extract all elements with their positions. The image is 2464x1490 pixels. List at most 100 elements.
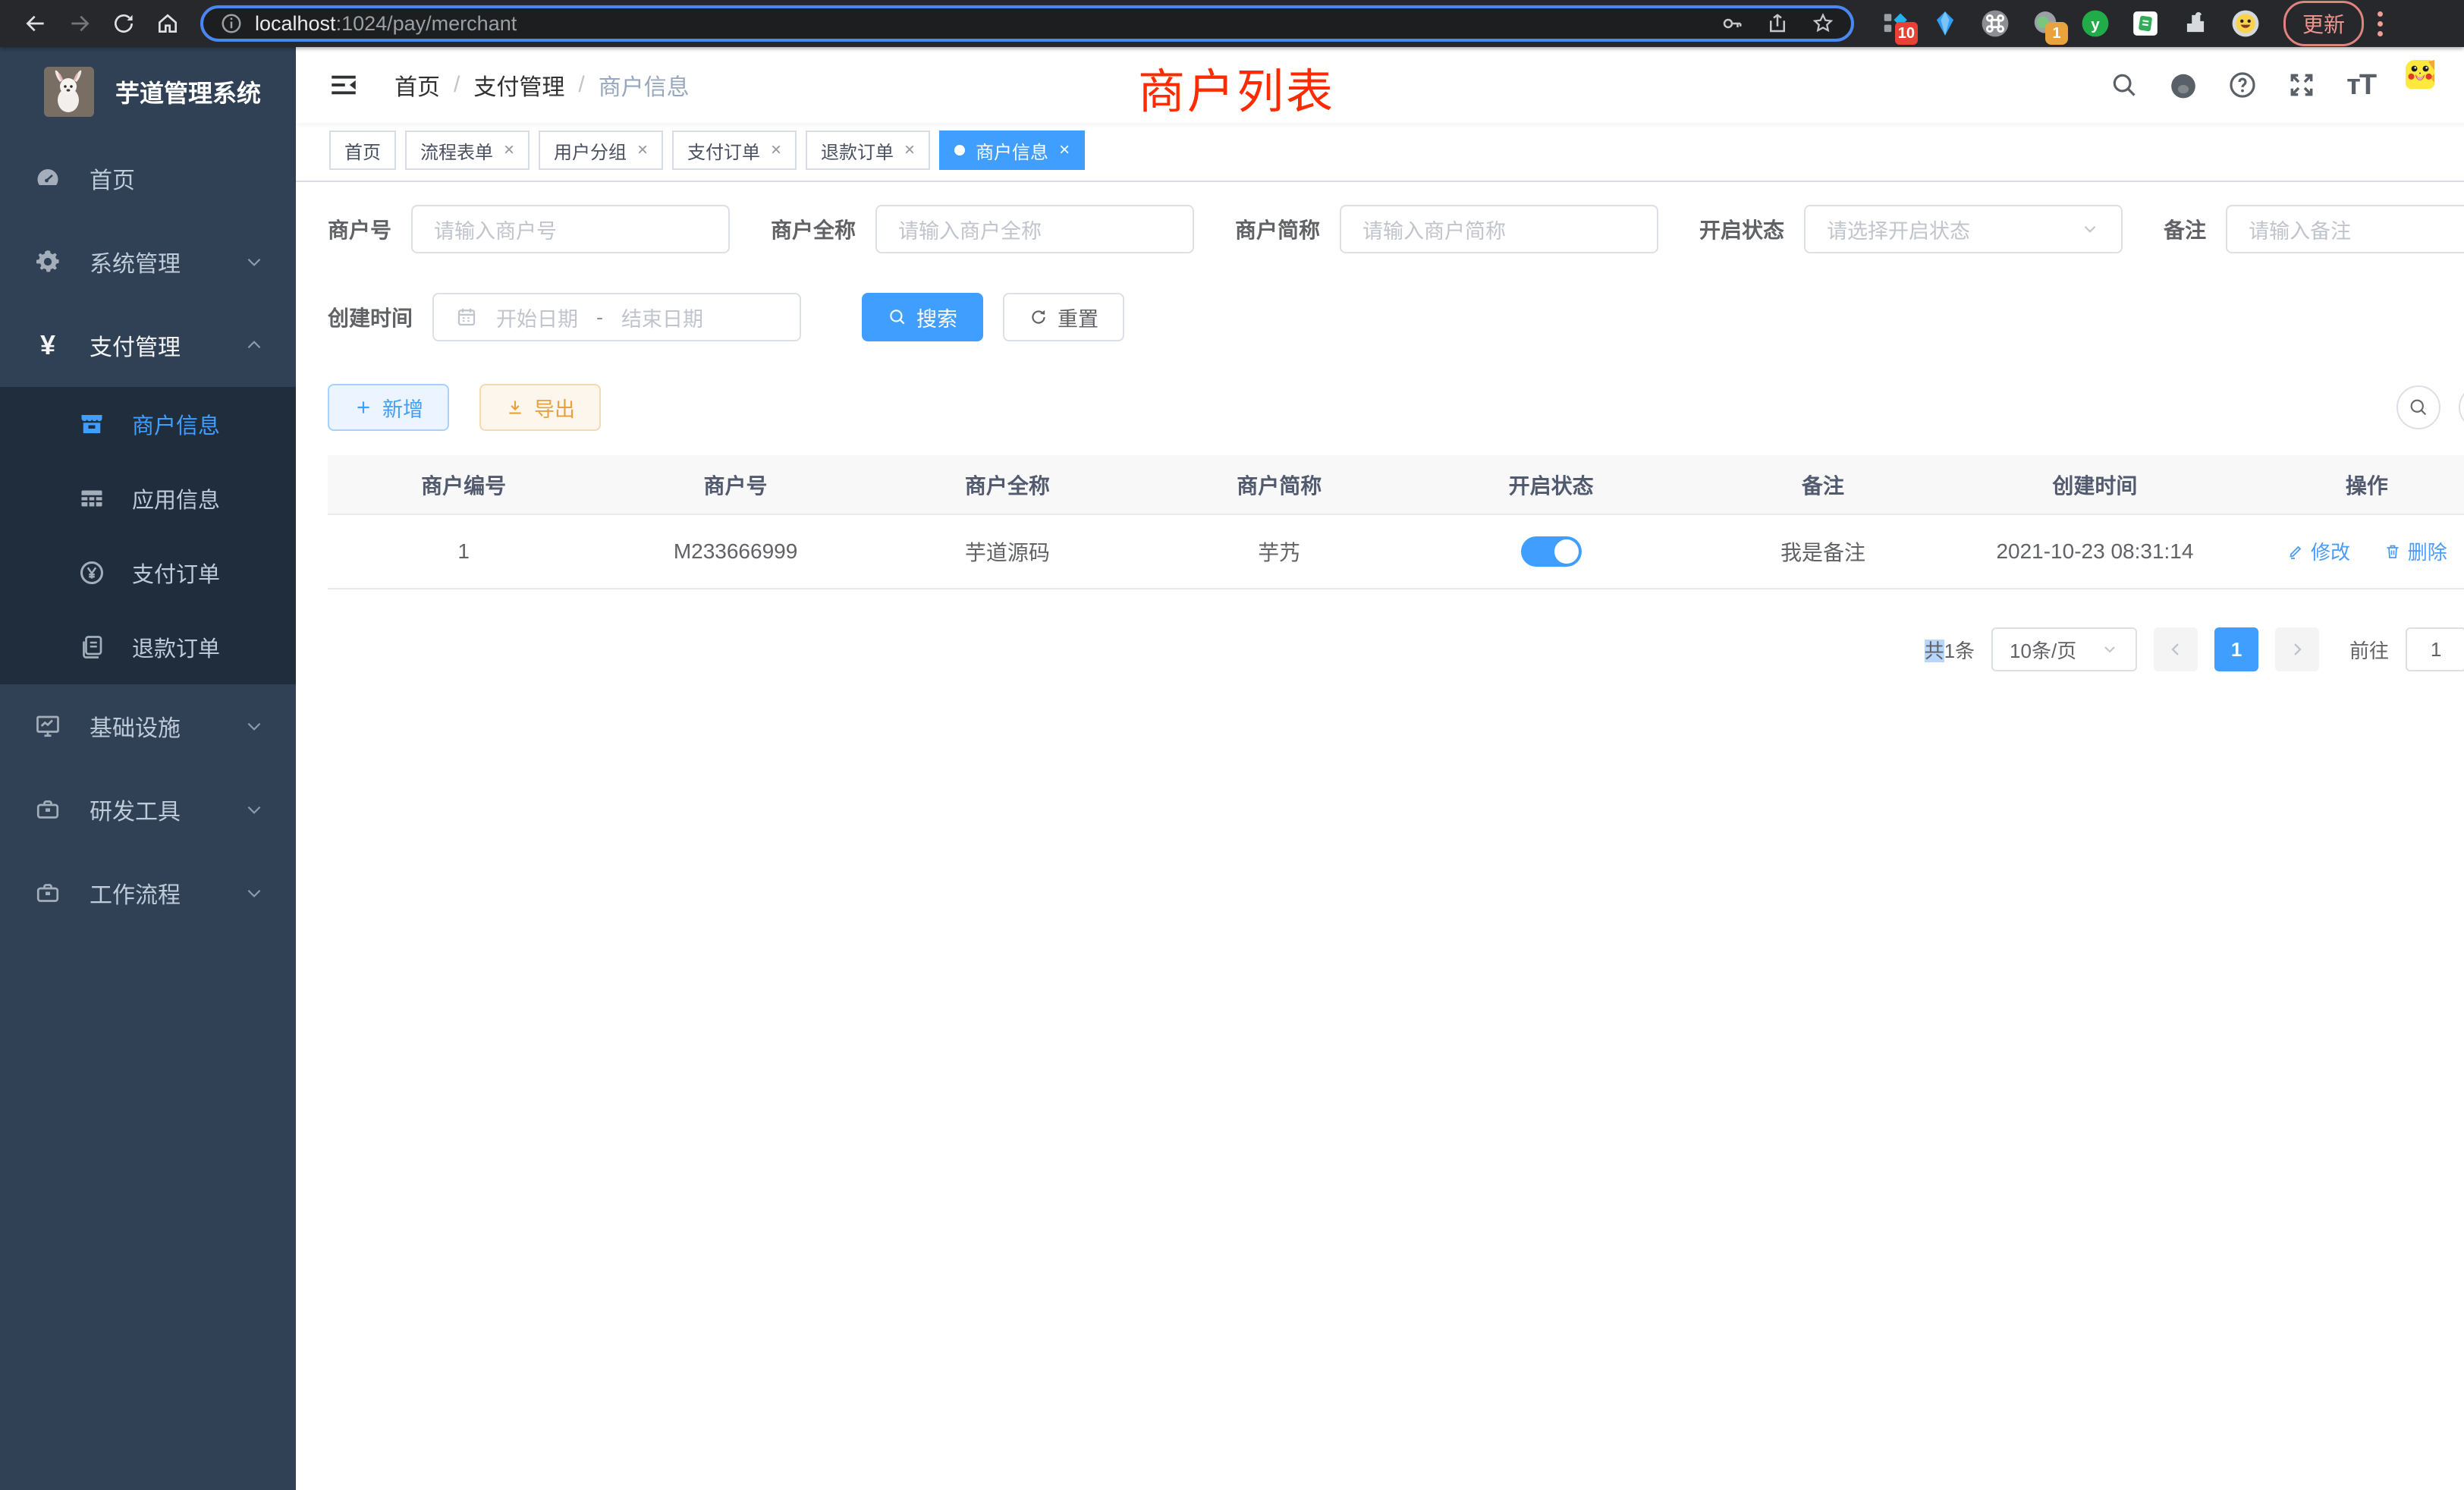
short-name-input[interactable]: 请输入商户简称 [1340, 205, 1658, 253]
browser-back-button[interactable] [14, 6, 58, 41]
tab-label: 首页 [344, 137, 381, 164]
breadcrumb-separator: / [578, 72, 584, 98]
password-key-icon[interactable] [1721, 12, 1743, 35]
sidebar-item-system[interactable]: 系统管理 [0, 220, 296, 303]
url-host: localhost [255, 12, 336, 36]
browser-reload-button[interactable] [102, 6, 146, 41]
pay-submenu: 商户信息 应用信息 支付订单 退款订单 [0, 387, 296, 684]
filter-status: 开启状态 请选择开启状态 [1699, 205, 2123, 253]
sidebar-item-label: 支付订单 [132, 557, 220, 589]
tab-home[interactable]: 首页 [329, 130, 396, 170]
date-range-picker[interactable]: 开始日期 - 结束日期 [432, 293, 801, 341]
sidebar-item-app-info[interactable]: 应用信息 [0, 461, 296, 536]
browser-home-button[interactable] [146, 6, 190, 41]
filter-remark: 备注 请输入备注 [2164, 205, 2464, 253]
github-icon[interactable] [2169, 71, 2198, 99]
sidebar-item-label: 退款订单 [132, 631, 220, 663]
sidebar-item-label: 研发工具 [90, 793, 181, 826]
sidebar-item-pay-order[interactable]: 支付订单 [0, 536, 296, 610]
cell-full-name: 芋道源码 [872, 514, 1143, 589]
breadcrumb-pay[interactable]: 支付管理 [473, 68, 564, 102]
extension-proxy-icon[interactable]: 1 [2030, 8, 2060, 39]
page-1-button[interactable]: 1 [2214, 627, 2258, 671]
tab-refund-order[interactable]: 退款订单× [806, 130, 930, 170]
full-name-input[interactable]: 请输入商户全称 [875, 205, 1194, 253]
button-label: 搜索 [916, 303, 957, 332]
page-info-icon[interactable] [220, 12, 243, 35]
sidebar-item-label: 应用信息 [132, 483, 220, 514]
close-icon[interactable]: × [637, 141, 648, 159]
remark-input[interactable]: 请输入备注 [2226, 205, 2464, 253]
export-button[interactable]: 导出 [479, 384, 601, 431]
toolbox-icon [32, 796, 64, 823]
bookmark-star-icon[interactable] [1812, 12, 1834, 35]
end-date-placeholder: 结束日期 [621, 303, 703, 332]
home-icon [156, 11, 180, 36]
button-label: 导出 [534, 393, 575, 423]
chevron-down-icon [244, 716, 264, 736]
browser-forward-button[interactable] [58, 6, 102, 41]
search-icon [888, 307, 907, 327]
extension-grid-icon[interactable]: 10 [1880, 8, 1910, 39]
merchant-no-input[interactable]: 请输入商户号 [411, 205, 730, 253]
address-bar[interactable]: localhost:1024/pay/merchant [200, 5, 1854, 42]
add-button[interactable]: 新增 [328, 384, 449, 431]
tab-user-group[interactable]: 用户分组× [539, 130, 663, 170]
close-icon[interactable]: × [771, 141, 781, 159]
field-label: 商户全称 [771, 214, 856, 244]
page-size-select[interactable]: 10条/页 [1991, 627, 2137, 671]
delete-link[interactable]: 删除 [2384, 537, 2447, 565]
close-icon[interactable]: × [904, 141, 915, 159]
browser-profile-avatar[interactable] [2230, 8, 2261, 39]
reset-button[interactable]: 重置 [1003, 293, 1124, 341]
browser-update-button[interactable]: 更新 [2283, 1, 2364, 46]
breadcrumb-home[interactable]: 首页 [394, 68, 440, 102]
tab-pay-order[interactable]: 支付订单× [672, 130, 797, 170]
status-select[interactable]: 请选择开启状态 [1804, 205, 2123, 253]
sidebar-item-merchant-info[interactable]: 商户信息 [0, 387, 296, 461]
col-full-name: 商户全称 [872, 455, 1143, 514]
extension-command-icon[interactable] [1980, 8, 2010, 39]
search-icon[interactable] [2110, 71, 2139, 99]
extension-notes-icon[interactable] [2130, 8, 2161, 39]
plus-icon [354, 398, 373, 417]
sidebar-item-workflow[interactable]: 工作流程 [0, 851, 296, 935]
help-icon[interactable] [2228, 71, 2257, 99]
font-size-icon[interactable]: ᴛT [2346, 69, 2375, 102]
field-label: 创建时间 [328, 302, 413, 332]
sidebar-item-home[interactable]: 首页 [0, 137, 296, 220]
goto-page-input[interactable] [2406, 627, 2464, 671]
close-icon[interactable]: × [504, 141, 514, 159]
sidebar-fold-icon[interactable] [328, 69, 360, 101]
tab-process-form[interactable]: 流程表单× [405, 130, 530, 170]
status-toggle[interactable] [1521, 536, 1582, 567]
fullscreen-icon[interactable] [2287, 71, 2316, 99]
sidebar-item-pay[interactable]: ¥ 支付管理 [0, 303, 296, 387]
user-avatar[interactable] [2406, 60, 2456, 110]
next-page-button[interactable] [2275, 627, 2319, 671]
extensions-puzzle-icon[interactable] [2180, 8, 2211, 39]
edit-link[interactable]: 修改 [2286, 537, 2350, 565]
refresh-table-button[interactable] [2459, 385, 2464, 429]
browser-menu-button[interactable] [2378, 11, 2383, 36]
close-icon[interactable]: × [1059, 141, 1070, 159]
col-create-time: 创建时间 [1959, 455, 2230, 514]
sidebar-item-devtools[interactable]: 研发工具 [0, 768, 296, 851]
sidebar: 芋道管理系统 首页 系统管理 ¥ 支付管理 商户信息 [0, 47, 296, 1490]
page-content: 商户号 请输入商户号 商户全称 请输入商户全称 商户简称 请输入商户简称 开启状… [296, 182, 2464, 1490]
tab-merchant-info[interactable]: 商户信息× [939, 130, 1085, 170]
annotation-title: 商户列表 [1138, 53, 1335, 121]
search-button[interactable]: 搜索 [862, 293, 983, 341]
toggle-search-button[interactable] [2396, 385, 2440, 429]
yen-icon: ¥ [32, 332, 64, 359]
sidebar-item-refund-order[interactable]: 退款订单 [0, 610, 296, 684]
share-icon[interactable] [1766, 12, 1789, 35]
prev-page-button[interactable] [2154, 627, 2198, 671]
extension-y-icon[interactable]: y [2080, 8, 2110, 39]
sidebar-logo[interactable]: 芋道管理系统 [0, 47, 296, 137]
navbar-actions: ᴛT [2110, 60, 2464, 110]
total-highlight: 共 [1925, 640, 1944, 662]
extension-gem-icon[interactable] [1930, 8, 1960, 39]
table-toolbar: 新增 导出 [328, 384, 2464, 431]
sidebar-item-infrastructure[interactable]: 基础设施 [0, 684, 296, 768]
